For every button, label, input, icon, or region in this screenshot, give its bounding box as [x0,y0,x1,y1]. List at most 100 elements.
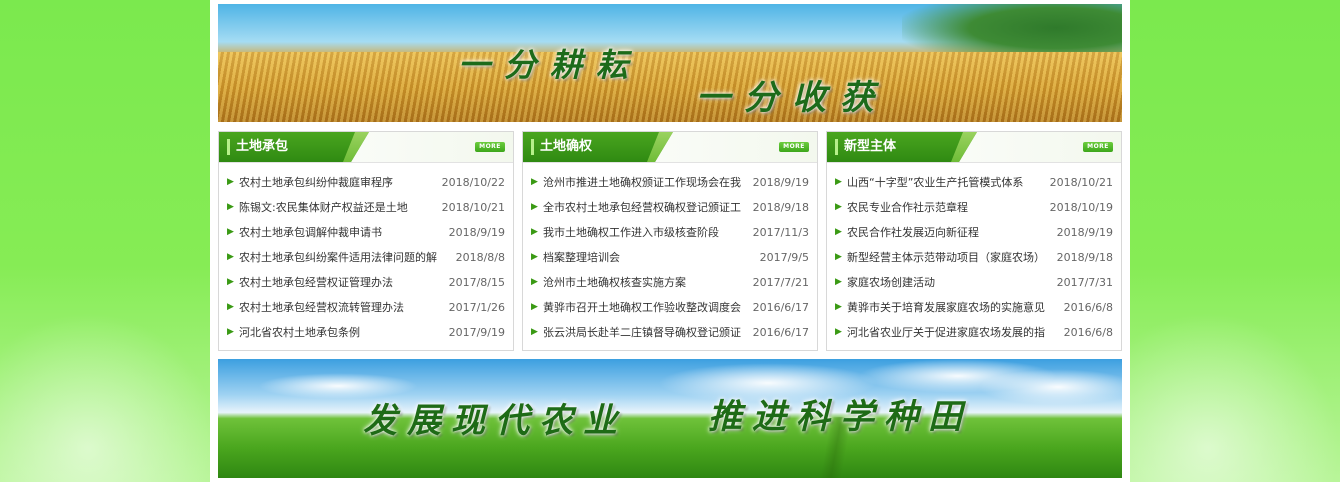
news-item[interactable]: ▶ 河北省农村土地承包条例 2017/9/19 [219,320,513,345]
wheat-field [218,52,1122,122]
news-date: 2016/6/8 [1063,301,1113,314]
news-date: 2017/9/19 [448,326,505,339]
news-title-link[interactable]: 农村土地承包纠纷仲裁庭审程序 [239,170,437,195]
news-date: 2018/9/19 [752,176,809,189]
arrow-right-icon: ▶ [227,277,234,287]
news-list: ▶ 山西“十字型”农业生产托管模式体系 2018/10/21 ▶ 农民专业合作社示范章程… [827,170,1121,345]
panel-tab: 新型主体 [827,132,977,162]
bottom-slogan-right: 推进科学种田 [708,397,972,437]
news-item[interactable]: ▶ 河北省农业厅关于促进家庭农场发展的指 2016/6/8 [827,320,1121,345]
news-date: 2018/8/8 [455,251,505,264]
news-title-link[interactable]: 农民合作社发展迈向新征程 [847,220,1045,245]
news-title-link[interactable]: 河北省农村土地承包条例 [239,320,437,345]
news-item[interactable]: ▶ 张云洪局长赴羊二庄镇督导确权登记颁证 2016/6/17 [523,320,817,345]
more-button[interactable]: MORE [1083,142,1113,152]
news-date: 2017/9/5 [759,251,809,264]
news-date: 2016/6/17 [752,301,809,314]
page-container: 一分耕耘 一分收获 土地承包 MORE ▶ 农村土地承包纠纷仲裁庭审程序 2018/10… [210,0,1130,482]
news-title-link[interactable]: 黄骅市关于培育发展家庭农场的实施意见 [847,295,1045,320]
news-item[interactable]: ▶ 农村土地承包经营权证管理办法 2017/8/15 [219,270,513,295]
news-title-link[interactable]: 农村土地承包纠纷案件适用法律问题的解 [239,245,437,270]
news-title-link[interactable]: 山西“十字型”农业生产托管模式体系 [847,170,1045,195]
panel-header: 新型主体 MORE [827,132,1121,163]
news-item[interactable]: ▶ 沧州市土地确权核查实施方案 2017/7/21 [523,270,817,295]
more-button[interactable]: MORE [475,142,505,152]
news-title-link[interactable]: 黄骅市召开土地确权工作验收整改调度会 [543,295,741,320]
news-title-link[interactable]: 陈锡文:农民集体财产权益还是土地 [239,195,437,220]
panel-tab: 土地确权 [523,132,673,162]
panel-title[interactable]: 土地承包 [236,132,288,162]
news-title-link[interactable]: 农村土地承包经营权流转管理办法 [239,295,437,320]
arrow-right-icon: ▶ [531,302,538,312]
news-item[interactable]: ▶ 新型经营主体示范带动项目（家庭农场） 2018/9/18 [827,245,1121,270]
news-date: 2018/9/18 [752,201,809,214]
panel-tab: 土地承包 [219,132,369,162]
news-date: 2017/7/31 [1056,276,1113,289]
panel-header: 土地承包 MORE [219,132,513,163]
arrow-right-icon: ▶ [227,177,234,187]
news-title-link[interactable]: 张云洪局长赴羊二庄镇督导确权登记颁证 [543,320,741,345]
news-title-link[interactable]: 我市土地确权工作进入市级核查阶段 [543,220,741,245]
news-date: 2017/7/21 [752,276,809,289]
news-date: 2018/10/21 [1049,176,1113,189]
news-item[interactable]: ▶ 我市土地确权工作进入市级核查阶段 2017/11/3 [523,220,817,245]
news-title-link[interactable]: 沧州市推进土地确权颁证工作现场会在我 [543,170,741,195]
arrow-right-icon: ▶ [531,277,538,287]
news-date: 2018/9/19 [448,226,505,239]
news-date: 2018/9/18 [1056,251,1113,264]
panel-new-entities: 新型主体 MORE ▶ 山西“十字型”农业生产托管模式体系 2018/10/21 ▶ 农民专… [826,131,1122,351]
arrow-right-icon: ▶ [227,227,234,237]
news-item[interactable]: ▶ 农村土地承包纠纷案件适用法律问题的解 2018/8/8 [219,245,513,270]
news-title-link[interactable]: 全市农村土地承包经营权确权登记颁证工 [543,195,741,220]
arrow-right-icon: ▶ [835,177,842,187]
news-item[interactable]: ▶ 农民专业合作社示范章程 2018/10/19 [827,195,1121,220]
background-cloud-left [0,312,220,482]
more-button[interactable]: MORE [779,142,809,152]
news-list: ▶ 沧州市推进土地确权颁证工作现场会在我 2018/9/19 ▶ 全市农村土地承包经营权… [523,170,817,345]
news-date: 2018/9/19 [1056,226,1113,239]
news-item[interactable]: ▶ 农村土地承包经营权流转管理办法 2017/1/26 [219,295,513,320]
news-date: 2016/6/8 [1063,326,1113,339]
news-panels: 土地承包 MORE ▶ 农村土地承包纠纷仲裁庭审程序 2018/10/22 ▶ 陈锡文:农民… [218,131,1122,351]
news-title-link[interactable]: 沧州市土地确权核查实施方案 [543,270,741,295]
news-date: 2017/11/3 [752,226,809,239]
arrow-right-icon: ▶ [531,227,538,237]
panel-title[interactable]: 土地确权 [540,132,592,162]
arrow-right-icon: ▶ [531,202,538,212]
news-title-link[interactable]: 新型经营主体示范带动项目（家庭农场） [847,245,1045,270]
news-item[interactable]: ▶ 山西“十字型”农业生产托管模式体系 2018/10/21 [827,170,1121,195]
news-item[interactable]: ▶ 陈锡文:农民集体财产权益还是土地 2018/10/21 [219,195,513,220]
arrow-right-icon: ▶ [531,177,538,187]
news-item[interactable]: ▶ 沧州市推进土地确权颁证工作现场会在我 2018/9/19 [523,170,817,195]
news-date: 2017/8/15 [448,276,505,289]
news-item[interactable]: ▶ 黄骅市召开土地确权工作验收整改调度会 2016/6/17 [523,295,817,320]
arrow-right-icon: ▶ [835,302,842,312]
bottom-slogan-left: 发展现代农业 [363,401,627,441]
news-item[interactable]: ▶ 全市农村土地承包经营权确权登记颁证工 2018/9/18 [523,195,817,220]
news-item[interactable]: ▶ 黄骅市关于培育发展家庭农场的实施意见 2016/6/8 [827,295,1121,320]
news-title-link[interactable]: 河北省农业厅关于促进家庭农场发展的指 [847,320,1045,345]
news-title-link[interactable]: 农村土地承包经营权证管理办法 [239,270,437,295]
news-item[interactable]: ▶ 农村土地承包调解仲裁申请书 2018/9/19 [219,220,513,245]
arrow-right-icon: ▶ [835,227,842,237]
news-item[interactable]: ▶ 农民合作社发展迈向新征程 2018/9/19 [827,220,1121,245]
arrow-right-icon: ▶ [227,202,234,212]
background-cloud-right [1120,312,1340,482]
arrow-right-icon: ▶ [835,202,842,212]
news-item[interactable]: ▶ 家庭农场创建活动 2017/7/31 [827,270,1121,295]
panel-header: 土地确权 MORE [523,132,817,163]
arrow-right-icon: ▶ [835,252,842,262]
cloud [978,369,1122,405]
news-item[interactable]: ▶ 农村土地承包纠纷仲裁庭审程序 2018/10/22 [219,170,513,195]
news-item[interactable]: ▶ 档案整理培训会 2017/9/5 [523,245,817,270]
arrow-right-icon: ▶ [227,252,234,262]
news-title-link[interactable]: 农村土地承包调解仲裁申请书 [239,220,437,245]
news-date: 2018/10/19 [1049,201,1113,214]
arrow-right-icon: ▶ [835,277,842,287]
news-title-link[interactable]: 档案整理培训会 [543,245,741,270]
panel-title[interactable]: 新型主体 [844,132,896,162]
news-title-link[interactable]: 家庭农场创建活动 [847,270,1045,295]
news-date: 2018/10/22 [441,176,505,189]
arrow-right-icon: ▶ [227,302,234,312]
news-title-link[interactable]: 农民专业合作社示范章程 [847,195,1045,220]
